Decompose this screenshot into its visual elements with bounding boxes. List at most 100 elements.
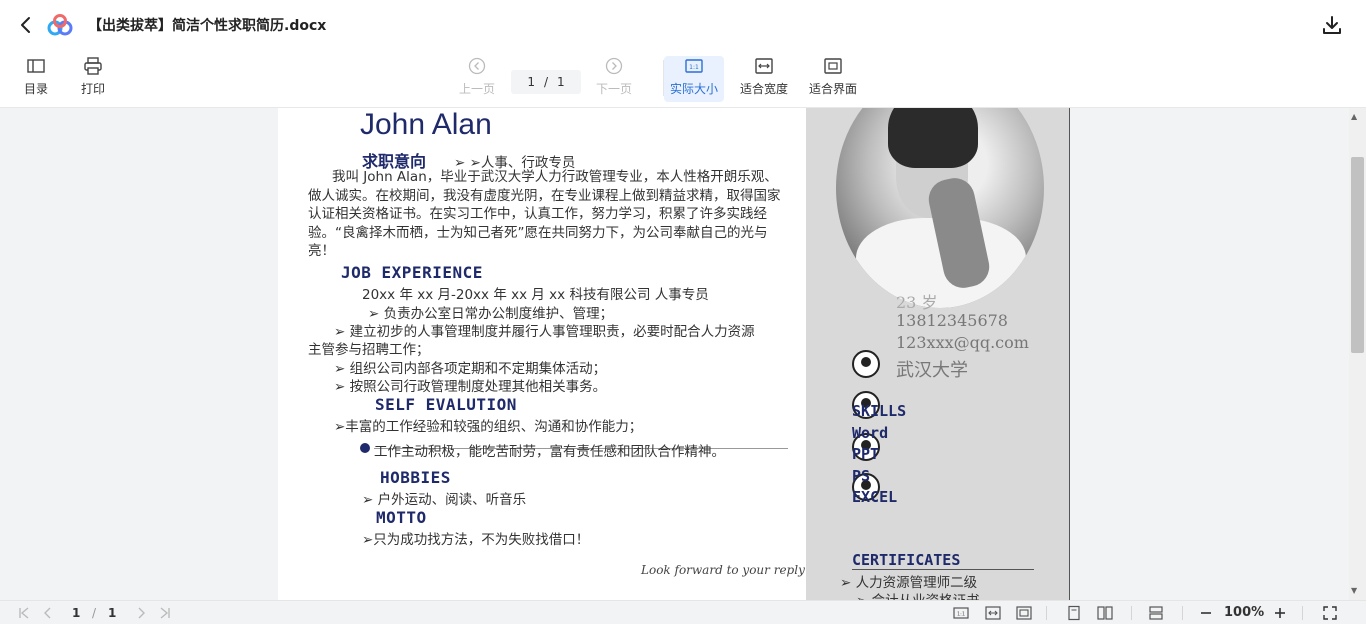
back-arrow-icon[interactable] [16,14,36,36]
scroll-down-arrow-icon[interactable]: ▼ [1351,586,1357,595]
bullet-dot [360,443,370,453]
fit-width-label: 适合宽度 [740,82,789,96]
download-icon[interactable] [1321,14,1343,36]
fit-page-icon [824,58,842,74]
print-button[interactable]: 打印 [81,56,105,97]
title-bar: 【出类拔萃】简洁个性求职简历.docx [0,0,1366,50]
actual-size-label: 实际大小 [670,82,719,96]
next-page-label: 下一页 [596,82,633,96]
first-page-button[interactable] [16,605,32,621]
print-label: 打印 [81,82,106,96]
continuous-scroll-icon [1149,606,1163,620]
intro-paragraph: 我叫 John Alan，毕业于武汉大学人力行政管理专业，本人性格开朗乐观、做人… [308,169,781,259]
cert-item: ➢ 人力资源管理师二级 [840,575,978,591]
hobbies-heading: HOBBIES [380,468,451,487]
skill-item: Word [852,424,889,442]
status-current-page[interactable]: 1 [72,606,80,620]
zoom-level[interactable]: 100% [1224,605,1264,620]
self-evaluation-heading: SELF EVALUTION [375,395,517,414]
age-text: 23 岁 [896,293,938,312]
fit-page-label: 适合界面 [809,82,858,96]
job-item: ➢ 建立初步的人事管理制度并履行人事管理职责，必要时配合人力资源 [334,324,755,340]
document-viewport[interactable]: John Alan 求职意向 ➢ ➢人事、行政专员 我叫 John Alan，毕… [0,108,1366,600]
plus-icon [1275,608,1285,618]
resume-name: John Alan [360,108,492,141]
skill-item: EXCEL [852,488,898,506]
two-page-icon [1097,606,1113,620]
fit-page-small-button[interactable] [1016,605,1032,621]
last-page-button[interactable] [157,605,173,621]
status-page-separator: / [92,606,97,620]
certificates-heading: CERTIFICATES [852,551,961,569]
school-text: 武汉大学 [896,360,968,381]
job-item: ➢ 按照公司行政管理制度处理其他相关事务。 [334,379,607,395]
first-page-icon [19,607,29,619]
status-total-pages: 1 [108,606,117,620]
toc-label: 目录 [24,82,49,96]
signature-text: Look forward to your reply [641,563,805,577]
skill-item: PPT [852,445,880,463]
actual-size-button[interactable]: 1:1 实际大小 [664,56,725,102]
status-divider [1046,606,1047,620]
svg-text:1:1: 1:1 [957,612,965,618]
fit-width-icon [985,606,1001,620]
school-icon [852,350,880,378]
single-page-view-button[interactable] [1066,605,1082,621]
job-experience-heading: JOB EXPERIENCE [341,263,483,282]
next-page-small-button[interactable] [133,605,149,621]
toc-button[interactable]: 目录 [24,56,48,97]
motto-item: ➢只为成功找方法，不为失败找借口！ [362,532,590,548]
scroll-up-arrow-icon[interactable]: ▲ [1351,112,1357,121]
fullscreen-button[interactable] [1322,605,1338,621]
chevron-left-icon [44,607,51,619]
scrollbar-thumb[interactable] [1351,157,1364,353]
chevron-right-circle-icon [605,57,623,75]
chevron-left-circle-icon [468,57,486,75]
self-item: ➢丰富的工作经验和较强的组织、沟通和协作能力； [334,419,643,435]
prev-page-button[interactable]: 上一页 [459,56,495,97]
page-number-input[interactable]: 1 / 1 [511,70,581,94]
document-title: 【出类拔萃】简洁个性求职简历.docx [88,18,327,34]
resume-sidebar: 23 岁 13812345678 123xxx@qq.com 武汉大学 SKIL… [806,108,1070,600]
minus-icon [1201,612,1211,614]
next-page-button[interactable]: 下一页 [596,56,632,97]
single-page-icon [1068,605,1080,621]
fullscreen-icon [1323,606,1337,620]
fit-page-button[interactable]: 适合界面 [809,56,857,97]
status-divider [1182,606,1183,620]
last-page-icon [160,607,170,619]
self-item: 工作主动积极，能吃苦耐劳，富有责任感和团队合作精神。 [374,444,725,460]
document-page: John Alan 求职意向 ➢ ➢人事、行政专员 我叫 John Alan，毕… [278,108,1070,600]
viewer-toolbar: 目录 打印 上一页 1 / 1 下一页 1:1 实际大小 适合宽度 适合界面 [0,50,1366,108]
print-icon [84,57,102,75]
fit-width-small-button[interactable] [985,605,1001,621]
fit-width-button[interactable]: 适合宽度 [740,56,788,97]
status-bar: 1 / 1 1:1 100% [0,600,1366,624]
two-page-view-button[interactable] [1097,605,1113,621]
zoom-in-button[interactable] [1272,605,1288,621]
actual-size-icon: 1:1 [685,59,703,73]
page-total: 1 [557,75,565,89]
hobbies-item: ➢ 户外运动、阅读、听音乐 [362,492,527,508]
fit-page-icon [1016,606,1032,620]
page-separator: / [543,75,549,89]
motto-heading: MOTTO [376,508,427,527]
svg-text:1:1: 1:1 [689,64,699,71]
skills-heading: SKILLS [852,402,907,420]
skill-item: PS [852,467,871,485]
prev-page-label: 上一页 [459,82,496,96]
certificates-underline [852,569,1034,570]
job-item: ➢ 组织公司内部各项定期和不定期集体活动； [334,361,607,377]
actual-size-small-button[interactable]: 1:1 [953,605,969,621]
actual-size-icon: 1:1 [953,607,969,619]
job-item-continued: 主管参与招聘工作； [308,342,430,358]
baidu-netdisk-logo [47,14,73,36]
status-divider [1302,606,1303,620]
chevron-right-icon [138,607,145,619]
zoom-out-button[interactable] [1198,605,1214,621]
prev-page-small-button[interactable] [40,605,56,621]
job-item: ➢ 负责办公室日常办公制度维护、管理； [368,306,614,322]
fit-width-icon [755,58,773,74]
profile-photo [836,108,1044,308]
continuous-scroll-button[interactable] [1148,605,1164,621]
